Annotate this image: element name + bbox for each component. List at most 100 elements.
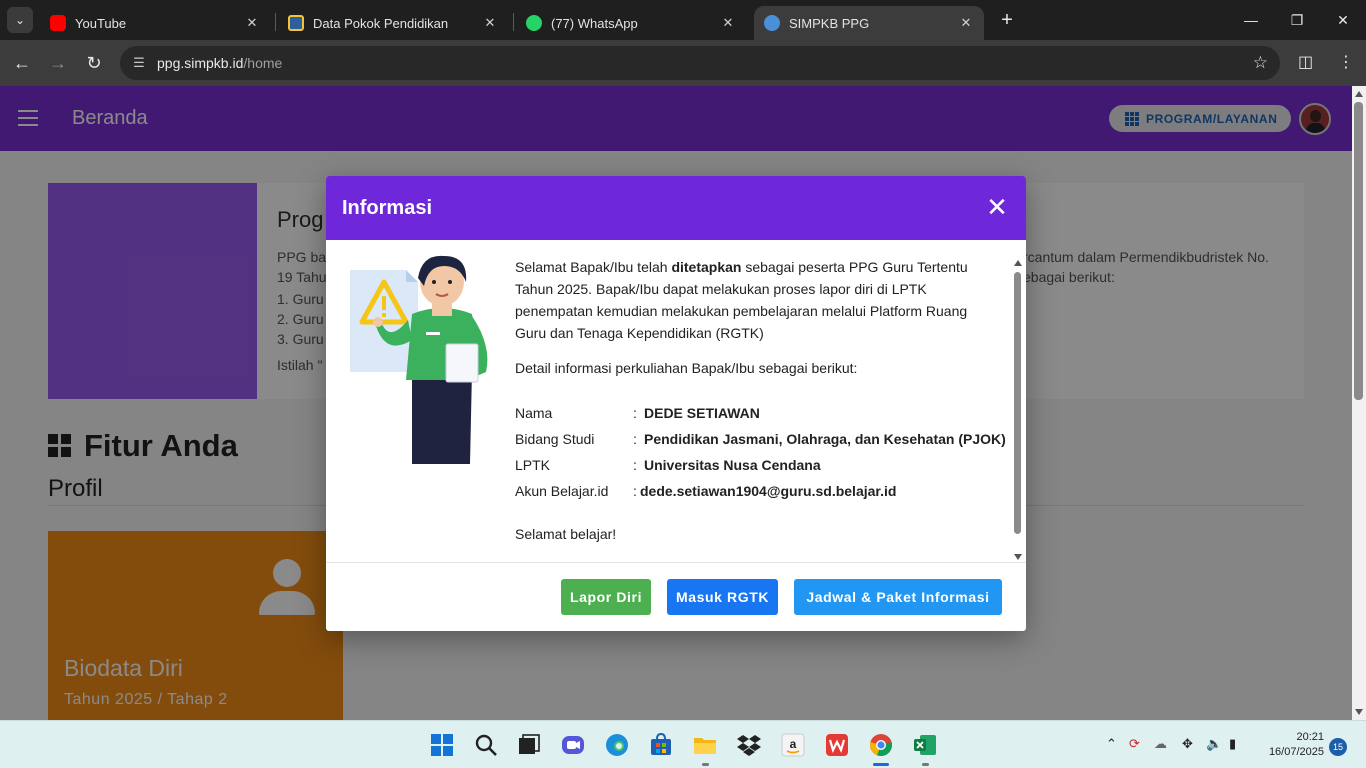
tab-simpkb[interactable]: SIMPKB PPG ✕ xyxy=(754,6,984,40)
close-icon[interactable]: ✕ xyxy=(244,15,260,31)
forward-button[interactable]: → xyxy=(46,51,70,75)
tab-title: YouTube xyxy=(75,15,127,31)
info-label: LPTK xyxy=(515,457,551,473)
tab-separator xyxy=(275,13,276,31)
store-icon[interactable] xyxy=(649,733,673,757)
address-bar[interactable]: ☰ ppg.simpkb.id/home ☆ xyxy=(120,46,1280,80)
close-icon[interactable]: ✕ xyxy=(482,15,498,31)
teacher-warning-illustration xyxy=(350,255,488,464)
dapodik-icon xyxy=(288,15,304,31)
dialog-close-button[interactable]: ✕ xyxy=(982,192,1012,222)
tab-separator xyxy=(513,13,514,31)
active-indicator xyxy=(873,763,889,766)
wps-office-icon[interactable] xyxy=(825,733,849,757)
arrow-right-icon: → xyxy=(49,53,67,73)
site-settings-icon[interactable]: ☰ xyxy=(130,54,148,72)
tab-youtube[interactable]: YouTube ✕ xyxy=(40,6,270,40)
new-tab-button[interactable]: + xyxy=(996,9,1018,31)
task-view-icon[interactable] xyxy=(517,733,541,757)
file-explorer-icon[interactable] xyxy=(693,733,717,757)
clock-time: 20:21 xyxy=(1296,731,1324,743)
info-colon: : xyxy=(633,483,637,499)
intro-text-bold: ditetapkan xyxy=(671,259,742,275)
dialog-intro: Selamat Bapak/Ibu telah ditetapkan sebag… xyxy=(515,256,995,344)
cloud-error-icon[interactable]: ☁ xyxy=(1154,736,1167,752)
info-dialog: Informasi ✕ Selamat Bapak/Ibu telah dite… xyxy=(326,176,1026,631)
scroll-up-icon[interactable] xyxy=(1355,91,1363,97)
back-button[interactable]: ← xyxy=(10,51,34,75)
meet-chat-icon[interactable] xyxy=(561,733,585,757)
extension-icon[interactable]: ◫ xyxy=(1298,52,1313,72)
running-indicator xyxy=(922,763,929,766)
info-colon: : xyxy=(633,431,637,447)
running-indicator xyxy=(702,763,709,766)
tab-title: (77) WhatsApp xyxy=(551,15,638,31)
scroll-thumb[interactable] xyxy=(1354,102,1363,400)
close-icon: ✕ xyxy=(986,192,1008,222)
info-value: DEDE SETIAWAN xyxy=(644,405,760,421)
tab-search-button[interactable]: ⌄ xyxy=(7,7,33,33)
bookmark-star-icon[interactable]: ☆ xyxy=(1253,53,1268,73)
closing-text: Selamat belajar! xyxy=(515,526,617,542)
jadwal-paket-button[interactable]: Jadwal & Paket Informasi xyxy=(794,579,1002,615)
dialog-title: Informasi xyxy=(342,197,433,219)
os-taskbar: a ⌃ ⟳ ☁ ✥ 🔈 ▮ 20:21 16/07/2025 15 xyxy=(0,720,1366,768)
info-row-bidang-studi: Bidang Studi : Pendidikan Jasmani, Olahr… xyxy=(515,426,1006,452)
info-value: Pendidikan Jasmani, Olahraga, dan Keseha… xyxy=(644,431,1006,447)
tab-whatsapp[interactable]: (77) WhatsApp ✕ xyxy=(516,6,746,40)
clock-date: 16/07/2025 xyxy=(1268,746,1324,758)
detail-heading: Detail informasi perkuliahan Bapak/Ibu s… xyxy=(515,360,858,376)
tab-title: Data Pokok Pendidikan xyxy=(313,15,449,31)
close-icon[interactable]: ✕ xyxy=(958,15,974,31)
notification-badge[interactable]: 15 xyxy=(1329,738,1347,756)
info-colon: : xyxy=(633,405,637,421)
volume-icon[interactable]: 🔈 xyxy=(1206,736,1222,752)
system-clock[interactable]: 20:21 16/07/2025 xyxy=(1262,730,1324,760)
masuk-rgtk-button[interactable]: Masuk RGTK xyxy=(667,579,778,615)
maximize-button[interactable]: ❐ xyxy=(1274,8,1320,32)
youtube-icon xyxy=(50,15,66,31)
info-label: Bidang Studi xyxy=(515,431,595,447)
page-scrollbar[interactable] xyxy=(1352,86,1366,720)
info-row-nama: Nama : DEDE SETIAWAN xyxy=(515,400,1006,426)
excel-icon[interactable] xyxy=(913,733,937,757)
reload-button[interactable]: ↻ xyxy=(82,51,106,75)
info-row-akun: Akun Belajar.id : dede.setiawan1904@guru… xyxy=(515,478,1006,504)
search-icon[interactable] xyxy=(474,733,498,757)
browser-tab-bar: ⌄ YouTube ✕ Data Pokok Pendidikan ✕ (77)… xyxy=(0,0,1366,40)
windows-start-icon[interactable] xyxy=(430,733,454,757)
edge-icon[interactable] xyxy=(605,733,629,757)
whatsapp-icon xyxy=(526,15,542,31)
scroll-down-icon[interactable] xyxy=(1014,554,1022,560)
window-close-button[interactable]: ✕ xyxy=(1320,8,1366,32)
info-value: dede.setiawan1904@guru.sd.belajar.id xyxy=(640,483,897,499)
url-text: ppg.simpkb.id/home xyxy=(157,55,282,71)
tut-wuri-icon xyxy=(764,15,780,31)
url-host: ppg.simpkb.id xyxy=(157,55,244,71)
reload-icon: ↻ xyxy=(86,53,102,73)
wifi-icon[interactable]: ✥ xyxy=(1182,736,1193,752)
chrome-icon[interactable] xyxy=(869,733,893,757)
amazon-icon[interactable]: a xyxy=(781,733,805,757)
close-icon[interactable]: ✕ xyxy=(720,15,736,31)
minimize-button[interactable]: — xyxy=(1228,8,1274,32)
intro-text-start: Selamat Bapak/Ibu telah xyxy=(515,259,672,275)
info-label: Nama xyxy=(515,405,553,421)
dialog-scrollbar[interactable] xyxy=(1013,260,1023,560)
tab-dapodik[interactable]: Data Pokok Pendidikan ✕ xyxy=(278,6,508,40)
chevron-up-icon[interactable]: ⌃ xyxy=(1106,736,1117,752)
scroll-down-icon[interactable] xyxy=(1355,709,1363,715)
browser-toolbar: ← → ↻ ☰ ppg.simpkb.id/home ☆ ◫ ⋮ xyxy=(0,40,1366,86)
battery-icon[interactable]: ▮ xyxy=(1229,736,1236,752)
tab-title: SIMPKB PPG xyxy=(789,15,870,31)
sync-error-icon[interactable]: ⟳ xyxy=(1129,736,1140,752)
dropbox-icon[interactable] xyxy=(737,733,761,757)
menu-icon[interactable]: ⋮ xyxy=(1338,52,1354,72)
scroll-thumb[interactable] xyxy=(1014,272,1021,534)
lapor-diri-button[interactable]: Lapor Diri xyxy=(561,579,651,615)
scroll-up-icon[interactable] xyxy=(1014,260,1022,266)
chevron-down-icon: ⌄ xyxy=(14,13,26,27)
url-path: /home xyxy=(243,55,283,71)
dialog-body: Selamat Bapak/Ibu telah ditetapkan sebag… xyxy=(326,240,1026,562)
svg-text:a: a xyxy=(790,737,797,751)
